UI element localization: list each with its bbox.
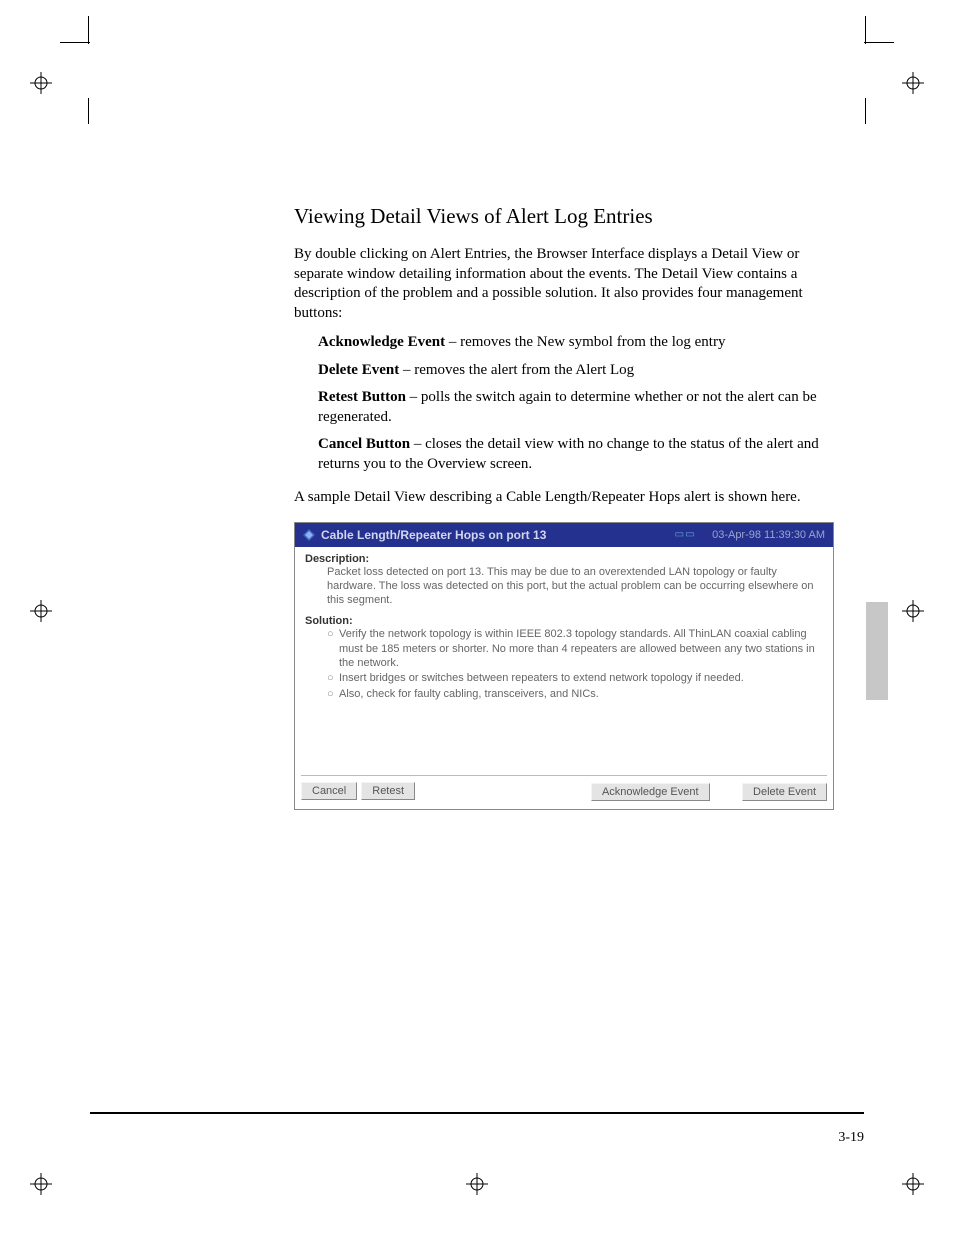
description-label: Description: xyxy=(305,553,823,565)
retest-button[interactable]: Retest xyxy=(361,782,415,800)
registration-mark-icon xyxy=(30,1173,52,1195)
crop-line xyxy=(865,16,866,44)
detail-titlebar: Cable Length/Repeater Hops on port 13 ▭▭… xyxy=(295,523,833,547)
footer-rule xyxy=(90,1112,864,1114)
sample-paragraph: A sample Detail View describing a Cable … xyxy=(294,488,834,508)
solution-item: ○Insert bridges or switches between repe… xyxy=(327,671,823,685)
cancel-button[interactable]: Cancel xyxy=(301,782,357,800)
crop-line xyxy=(865,98,866,124)
intro-paragraph: By double clicking on Alert Entries, the… xyxy=(294,245,834,323)
description-text: Packet loss detected on port 13. This ma… xyxy=(327,565,823,608)
page-content: Viewing Detail Views of Alert Log Entrie… xyxy=(294,204,834,810)
registration-mark-icon xyxy=(30,600,52,622)
registration-mark-icon xyxy=(902,1173,924,1195)
solution-item: ○Verify the network topology is within I… xyxy=(327,627,823,670)
detail-body: Description: Packet loss detected on por… xyxy=(295,547,833,775)
registration-mark-icon xyxy=(466,1173,488,1195)
solution-label: Solution: xyxy=(305,615,823,627)
page-number: 3-19 xyxy=(838,1130,864,1146)
acknowledge-event-button[interactable]: Acknowledge Event xyxy=(591,783,710,801)
list-item: Acknowledge Event – removes the New symb… xyxy=(318,333,834,353)
solution-item: ○Also, check for faulty cabling, transce… xyxy=(327,687,823,701)
registration-mark-icon xyxy=(902,72,924,94)
port-icon: ▭▭ xyxy=(670,529,700,540)
list-item: Retest Button – polls the switch again t… xyxy=(318,388,834,427)
list-item: Delete Event – removes the alert from th… xyxy=(318,361,834,381)
delete-event-button[interactable]: Delete Event xyxy=(742,783,827,801)
registration-mark-icon xyxy=(902,600,924,622)
detail-view-window: Cable Length/Repeater Hops on port 13 ▭▭… xyxy=(294,522,834,810)
registration-mark-icon xyxy=(30,72,52,94)
diamond-icon xyxy=(303,529,315,541)
detail-title: Cable Length/Repeater Hops on port 13 xyxy=(321,528,546,542)
section-heading: Viewing Detail Views of Alert Log Entrie… xyxy=(294,204,834,229)
crop-line xyxy=(88,16,89,44)
detail-button-bar: Cancel Retest Acknowledge Event Delete E… xyxy=(295,776,833,809)
detail-timestamp: 03-Apr-98 11:39:30 AM xyxy=(712,529,825,541)
crop-line xyxy=(60,42,90,43)
solution-list: ○Verify the network topology is within I… xyxy=(327,627,823,700)
list-item: Cancel Button – closes the detail view w… xyxy=(318,435,834,474)
crop-line xyxy=(88,98,89,124)
management-buttons-list: Acknowledge Event – removes the New symb… xyxy=(318,333,834,474)
crop-line xyxy=(864,42,894,43)
side-tab xyxy=(866,602,888,700)
